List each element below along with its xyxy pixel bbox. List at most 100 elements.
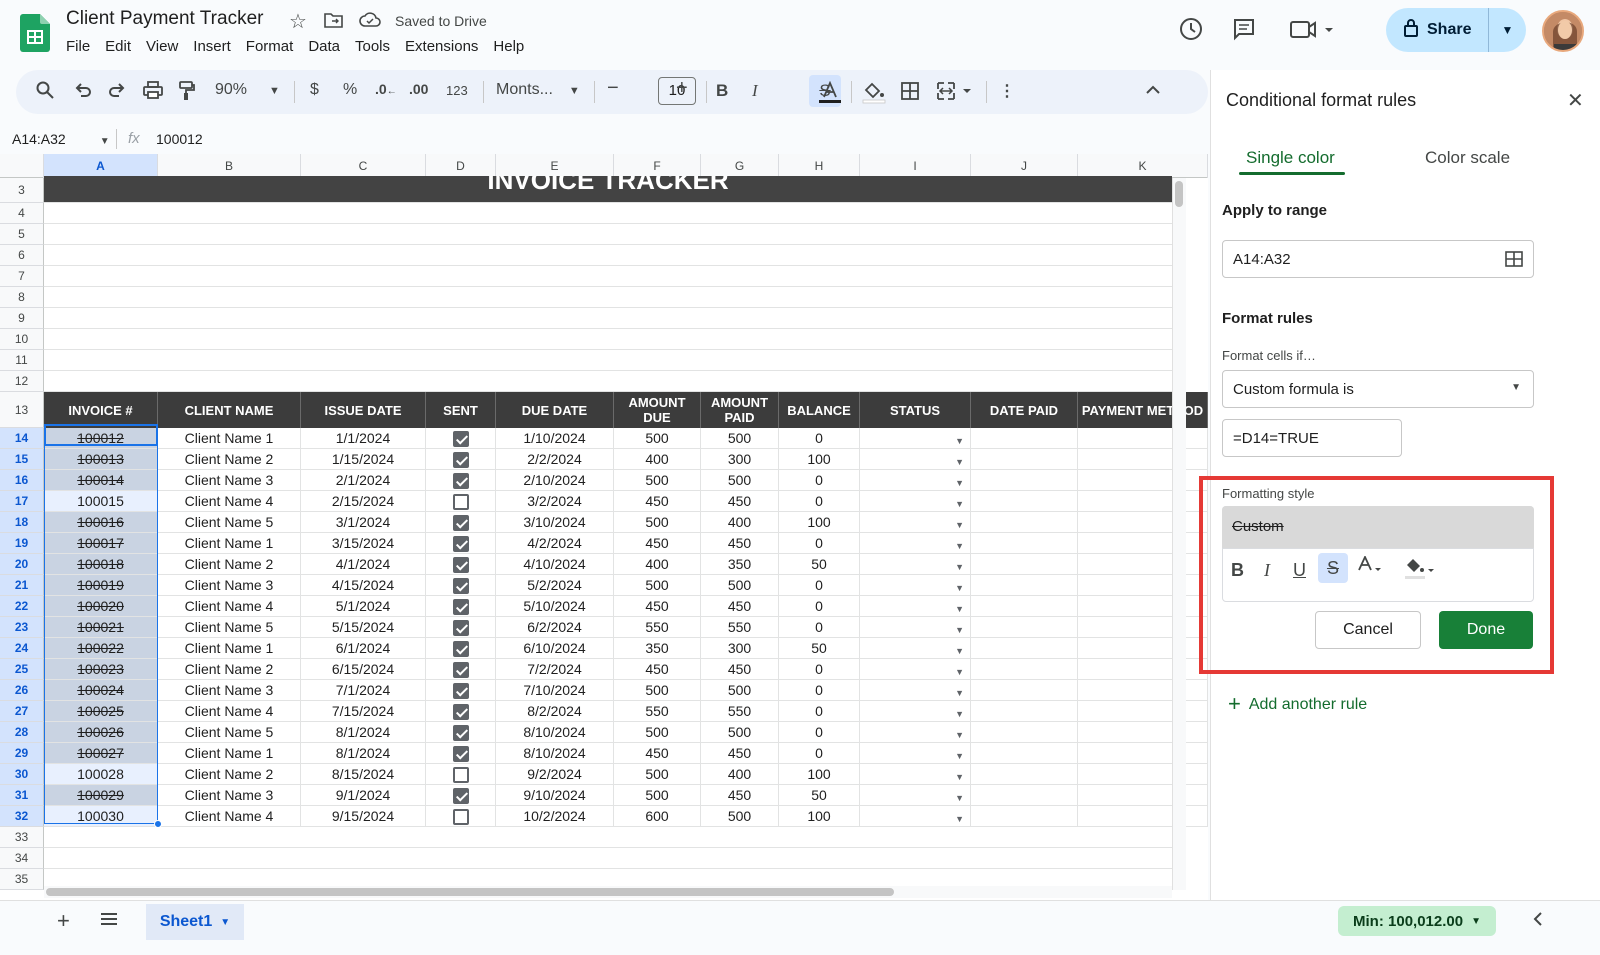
amount-due-cell[interactable]: 450 [614,659,701,680]
invoice-cell[interactable]: 100028 [44,764,158,785]
payment-method-cell[interactable] [1078,449,1208,470]
balance-cell[interactable]: 0 [779,470,860,491]
row-header-13[interactable]: 13 [0,392,44,428]
row-header-20[interactable]: 20 [0,554,44,575]
issue-date-cell[interactable]: 6/1/2024 [301,638,426,659]
menu-file[interactable]: File [66,38,90,55]
due-date-cell[interactable]: 5/10/2024 [496,596,614,617]
status-cell[interactable]: ▼ [860,659,971,680]
status-dropdown-icon[interactable]: ▼ [955,473,964,490]
sent-checkbox-cell[interactable] [426,596,496,617]
status-dropdown-icon[interactable]: ▼ [955,599,964,616]
sent-checkbox-cell[interactable] [426,449,496,470]
invoice-cell[interactable]: 100029 [44,785,158,806]
sent-checkbox[interactable] [452,704,469,721]
balance-cell[interactable]: 0 [779,491,860,512]
selection-stats[interactable]: Min: 100,012.00 ▼ [1338,906,1496,936]
amount-due-cell[interactable]: 500 [614,722,701,743]
due-date-cell[interactable]: 2/2/2024 [496,449,614,470]
vertical-scroll-thumb[interactable] [1175,181,1183,207]
amount-paid-cell[interactable]: 450 [701,533,779,554]
row-header-21[interactable]: 21 [0,575,44,596]
row-header-4[interactable]: 4 [0,203,44,224]
payment-method-cell[interactable] [1078,680,1208,701]
row-header-32[interactable]: 32 [0,806,44,827]
issue-date-cell[interactable]: 7/1/2024 [301,680,426,701]
row-header-35[interactable]: 35 [0,869,44,890]
due-date-cell[interactable]: 7/10/2024 [496,680,614,701]
row-header-14[interactable]: 14 [0,428,44,449]
due-date-cell[interactable]: 6/10/2024 [496,638,614,659]
amount-due-cell[interactable]: 500 [614,764,701,785]
amount-paid-cell[interactable]: 500 [701,680,779,701]
sent-checkbox-cell[interactable] [426,722,496,743]
status-dropdown-icon[interactable]: ▼ [955,641,964,658]
balance-cell[interactable]: 50 [779,554,860,575]
column-header-d[interactable]: D [426,154,496,178]
date-paid-cell[interactable] [971,617,1078,638]
row-header-24[interactable]: 24 [0,638,44,659]
date-paid-cell[interactable] [971,638,1078,659]
status-cell[interactable]: ▼ [860,806,971,827]
column-title[interactable]: ISSUE DATE [301,392,426,428]
issue-date-cell[interactable]: 4/15/2024 [301,575,426,596]
issue-date-cell[interactable]: 2/15/2024 [301,491,426,512]
version-history-icon[interactable] [1178,16,1204,47]
issue-date-cell[interactable]: 5/1/2024 [301,596,426,617]
client-name-cell[interactable]: Client Name 3 [158,785,301,806]
side-panel-toggle-icon[interactable] [1532,912,1544,931]
amount-due-cell[interactable]: 600 [614,806,701,827]
sent-checkbox[interactable] [452,578,469,595]
style-text-color-button[interactable] [1356,554,1386,583]
zoom-select[interactable]: 90% ▼ [215,81,280,99]
due-date-cell[interactable]: 7/2/2024 [496,659,614,680]
payment-method-cell[interactable] [1078,617,1208,638]
issue-date-cell[interactable]: 1/1/2024 [301,428,426,449]
sent-checkbox[interactable] [452,599,469,616]
invoice-cell[interactable]: 100022 [44,638,158,659]
decrease-font-size-button[interactable]: − [607,77,619,100]
status-dropdown-icon[interactable]: ▼ [955,452,964,469]
amount-due-cell[interactable]: 500 [614,470,701,491]
merge-cells-icon[interactable] [936,81,976,106]
formula-field[interactable]: =D14=TRUE [1222,419,1402,457]
issue-date-cell[interactable]: 3/15/2024 [301,533,426,554]
balance-cell[interactable]: 0 [779,722,860,743]
horizontal-scroll-thumb[interactable] [46,888,894,896]
date-paid-cell[interactable] [971,806,1078,827]
more-formats-button[interactable]: 123 [446,83,468,98]
row-header-17[interactable]: 17 [0,491,44,512]
due-date-cell[interactable]: 9/10/2024 [496,785,614,806]
status-dropdown-icon[interactable]: ▼ [955,557,964,574]
column-title[interactable]: DATE PAID [971,392,1078,428]
font-select[interactable]: Monts... ▼ [496,81,580,99]
status-cell[interactable]: ▼ [860,617,971,638]
issue-date-cell[interactable]: 8/1/2024 [301,743,426,764]
column-title[interactable]: STATUS [860,392,971,428]
client-name-cell[interactable]: Client Name 1 [158,533,301,554]
payment-method-cell[interactable] [1078,638,1208,659]
menu-edit[interactable]: Edit [105,38,131,55]
client-name-cell[interactable]: Client Name 4 [158,701,301,722]
column-title[interactable]: DUE DATE [496,392,614,428]
amount-due-cell[interactable]: 500 [614,680,701,701]
row-header-5[interactable]: 5 [0,224,44,245]
sent-checkbox-cell[interactable] [426,491,496,512]
done-button[interactable]: Done [1439,611,1533,649]
paint-format-icon[interactable] [178,81,196,106]
menu-data[interactable]: Data [308,38,340,55]
status-cell[interactable]: ▼ [860,596,971,617]
style-underline-button[interactable]: U [1293,560,1306,581]
sent-checkbox-cell[interactable] [426,554,496,575]
payment-method-cell[interactable] [1078,533,1208,554]
status-cell[interactable]: ▼ [860,554,971,575]
row-header-16[interactable]: 16 [0,470,44,491]
row-header-29[interactable]: 29 [0,743,44,764]
meet-icon[interactable] [1290,19,1336,46]
payment-method-cell[interactable] [1078,764,1208,785]
issue-date-cell[interactable]: 6/15/2024 [301,659,426,680]
column-header-f[interactable]: F [614,154,701,178]
select-range-icon[interactable] [1505,250,1523,272]
issue-date-cell[interactable]: 3/1/2024 [301,512,426,533]
menu-view[interactable]: View [146,38,178,55]
